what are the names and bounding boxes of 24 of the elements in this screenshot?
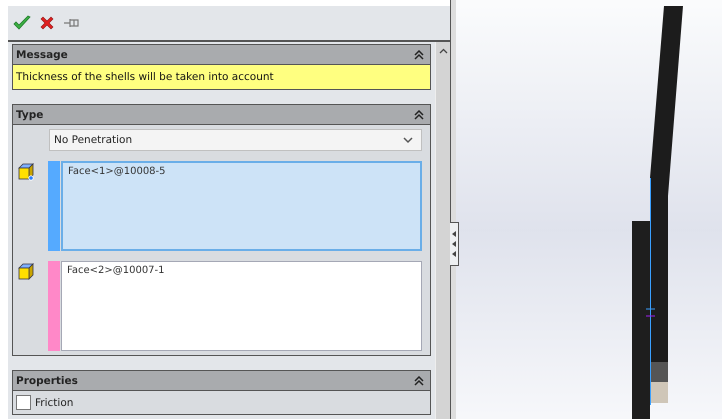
arrows-icon (452, 230, 456, 258)
scroll-up-icon[interactable] (438, 48, 448, 54)
selection-item[interactable]: Face<1>@10008-5 (68, 166, 166, 177)
message-text: Thickness of the shells will be taken into account (13, 65, 430, 89)
checkbox[interactable] (16, 395, 31, 410)
section-header[interactable]: Type (13, 105, 430, 125)
checkbox-label: Friction (35, 396, 74, 408)
collapse-icon (414, 110, 424, 120)
section-header[interactable]: Properties (13, 371, 430, 391)
cube-icon (17, 263, 35, 281)
selection-list[interactable]: Face<1>@10008-5 (61, 161, 422, 251)
collapse-handle[interactable] (450, 222, 459, 266)
close-icon (39, 15, 55, 31)
collapse-icon (414, 50, 424, 60)
checkmark-icon (13, 15, 31, 31)
type-dropdown[interactable]: No Penetration (49, 129, 422, 151)
section-header[interactable]: Message (13, 45, 430, 65)
scrollbar[interactable] (435, 42, 450, 419)
collapse-icon (414, 376, 424, 386)
pushpin-icon (63, 17, 81, 29)
selection-item[interactable]: Face<2>@10007-1 (67, 265, 165, 276)
chevron-down-icon (403, 136, 413, 144)
cube-icon (17, 163, 35, 181)
selection-list[interactable]: Face<2>@10007-1 (61, 261, 422, 351)
